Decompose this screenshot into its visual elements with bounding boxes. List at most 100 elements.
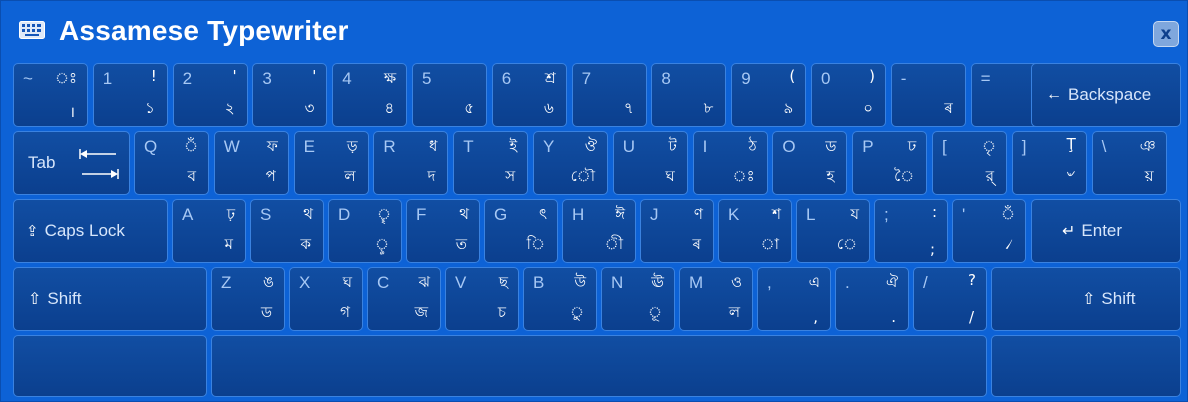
key-shift-glyph: ৃ — [981, 137, 996, 155]
key-x[interactable]: X ঘগ — [289, 267, 363, 331]
key-h[interactable]: H ঈী — [562, 199, 636, 263]
key-w[interactable]: W ফপ — [213, 131, 289, 195]
key-latin-label: E — [303, 137, 315, 156]
key-i[interactable]: I ঠঃ — [692, 131, 768, 195]
key-c[interactable]: C ঝজ — [367, 267, 441, 331]
key-backspace[interactable]: ← Backspace — [1031, 63, 1181, 127]
left-arrow-icon: ← — [1046, 86, 1062, 103]
key-shift-glyph: Ţ — [1066, 135, 1076, 153]
key-5[interactable]: 5৫ — [412, 63, 487, 127]
close-button[interactable]: x — [1153, 21, 1179, 47]
key-9[interactable]: 9 (৯ — [731, 63, 807, 127]
key-s[interactable]: S থক — [250, 199, 324, 263]
key-ctrl-left[interactable] — [13, 335, 207, 397]
key-shift-glyph: ঙ — [262, 273, 274, 291]
key-latin-label: I — [702, 137, 708, 156]
key-q[interactable]: Qঁ ব — [134, 131, 209, 195]
key-shift-left[interactable]: ⇧ Shift — [13, 267, 207, 331]
key-1[interactable]: 1! ১ — [92, 63, 168, 127]
key-latin-label: K — [728, 205, 740, 224]
key-latin-label: 3 — [262, 69, 272, 88]
key-u[interactable]: U টঘ — [612, 131, 688, 195]
key-7[interactable]: 7৭ — [571, 63, 647, 127]
key-base-glyph: ৮ — [703, 99, 714, 117]
key-o[interactable]: O ডহ — [772, 131, 848, 195]
key-backslash[interactable]: \ ঞ য় — [1091, 131, 1167, 195]
key-j[interactable]: J ণৰ — [640, 199, 714, 263]
key-y[interactable]: Y ঔৌ — [533, 131, 608, 195]
key-shift-glyph: ড — [825, 137, 837, 155]
key-latin-label: Y — [543, 137, 555, 156]
key-k[interactable]: K শা — [718, 199, 792, 263]
key-slash[interactable]: /? / — [913, 267, 987, 331]
key-shift-glyph: ঈ — [615, 205, 625, 223]
key-a[interactable]: A ঢ় ম — [172, 199, 246, 263]
key-p[interactable]: P ঢৈ — [852, 131, 928, 195]
key-base-glyph: ত — [455, 235, 467, 253]
key-f[interactable]: F থত — [406, 199, 480, 263]
key-r[interactable]: R ধদ — [373, 131, 449, 195]
key-base-glyph: ল — [728, 303, 740, 321]
key-shift-glyph: ঠ — [748, 137, 757, 155]
key-g[interactable]: G ৎি — [484, 199, 558, 263]
key-shift-glyph: ( — [789, 67, 796, 85]
key-latin-label: R — [383, 137, 396, 156]
key-shift-glyph: ণ — [693, 205, 703, 223]
key-latin-label: \ — [1101, 137, 1107, 156]
key-rbracket[interactable]: ] Ţ ৺ — [1011, 131, 1087, 195]
key-minus[interactable]: -ৰ — [890, 63, 966, 127]
key-b[interactable]: B উু — [523, 267, 597, 331]
key-latin-label: - — [900, 69, 907, 88]
key-lbracket[interactable]: [ৃ র্ — [932, 131, 1007, 195]
key-tilde[interactable]: ~ঃ । — [13, 63, 88, 127]
key-n[interactable]: N ঊূ — [601, 267, 675, 331]
key-base-glyph: ৰ — [692, 235, 701, 253]
key-shift-glyph: ফ — [266, 137, 278, 155]
key-4[interactable]: 4 ক্ষ ৪ — [332, 63, 408, 127]
key-latin-label: 9 — [741, 69, 751, 88]
key-latin-label: ; — [884, 205, 889, 224]
key-latin-label: A — [182, 205, 194, 224]
key-0[interactable]: 0) ০ — [811, 63, 886, 127]
key-shift-right[interactable]: ⇧ Shift — [991, 267, 1181, 331]
key-latin-label: Q — [144, 137, 158, 156]
key-latin-label: X — [299, 273, 311, 292]
key-ctrl-right[interactable] — [991, 335, 1181, 397]
key-m[interactable]: M ওল — [679, 267, 753, 331]
key-shift-glyph: এ — [808, 273, 820, 291]
key-shift-glyph: শ — [772, 205, 781, 223]
key-quote[interactable]: 'ঁ ৴ — [952, 199, 1026, 263]
key-caps-lock[interactable]: ⇪ Caps Lock — [13, 199, 168, 263]
key-l[interactable]: L যে — [796, 199, 870, 263]
key-latin-label: M — [689, 273, 704, 292]
key-v[interactable]: V ছচ — [445, 267, 519, 331]
key-base-glyph: ১ — [145, 99, 155, 117]
key-e[interactable]: E ড় ল — [293, 131, 369, 195]
key-period[interactable]: . ঐ. — [835, 267, 909, 331]
key-latin-label: ~ — [23, 69, 33, 88]
window-title: Assamese Typewriter — [59, 15, 349, 46]
key-t[interactable]: T ইস — [453, 131, 529, 195]
key-2[interactable]: 2 ' ২ — [172, 63, 248, 127]
key-base-glyph: চ — [497, 303, 506, 321]
key-comma[interactable]: , এ, — [757, 267, 831, 331]
key-8[interactable]: 8৮ — [651, 63, 727, 127]
key-shift-glyph: ) — [869, 67, 875, 85]
enter-label: Enter — [1081, 221, 1123, 240]
key-latin-label: J — [650, 205, 659, 224]
key-base-glyph: ে — [836, 235, 857, 253]
key-6[interactable]: 6 শ্ৰ ৬ — [491, 63, 567, 127]
key-base-glyph: ঘ — [665, 167, 675, 185]
key-base-glyph: , — [813, 308, 818, 326]
key-space[interactable] — [211, 335, 987, 397]
title-bar[interactable]: Assamese Typewriter x — [1, 1, 1188, 61]
key-shift-glyph: ঔ — [584, 137, 597, 155]
key-3[interactable]: 3 ' ৩ — [252, 63, 328, 127]
key-base-glyph: ৯ — [783, 99, 794, 117]
key-semicolon[interactable]: ;:; — [874, 199, 948, 263]
key-enter[interactable]: ↵ Enter — [1031, 199, 1181, 263]
key-z[interactable]: Z ঙড — [211, 267, 285, 331]
key-tab[interactable]: Tab — [13, 131, 130, 195]
key-shift-glyph: ট — [668, 137, 677, 155]
key-d[interactable]: Dৄৢ — [328, 199, 402, 263]
